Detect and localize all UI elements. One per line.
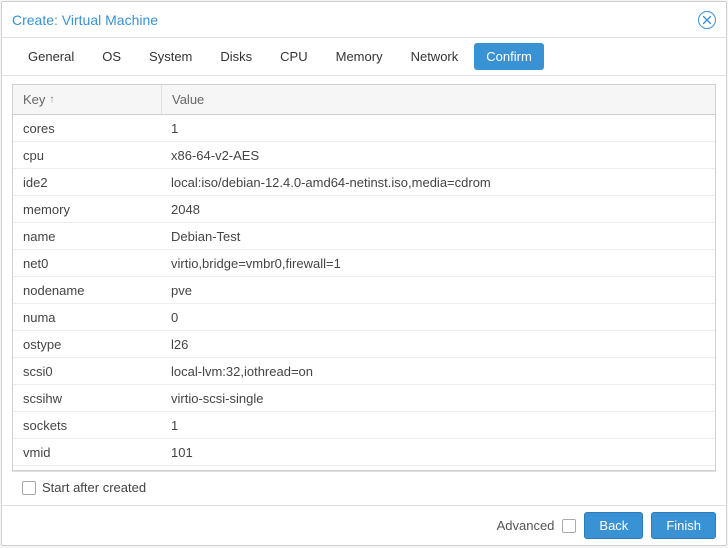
tab-general[interactable]: General — [16, 43, 86, 70]
cell-value: 101 — [161, 445, 715, 460]
tab-os[interactable]: OS — [90, 43, 133, 70]
table-row[interactable]: net0virtio,bridge=vmbr0,firewall=1 — [13, 250, 715, 277]
column-header-value-label: Value — [172, 92, 204, 107]
table-row[interactable]: sockets1 — [13, 412, 715, 439]
cell-key: cores — [13, 121, 161, 136]
cell-value: Debian-Test — [161, 229, 715, 244]
dialog-title: Create: Virtual Machine — [12, 12, 698, 28]
dialog-footer: Advanced Back Finish — [2, 505, 726, 545]
table-row[interactable]: ide2local:iso/debian-12.4.0-amd64-netins… — [13, 169, 715, 196]
cell-key: cpu — [13, 148, 161, 163]
cell-value: virtio-scsi-single — [161, 391, 715, 406]
tab-disks[interactable]: Disks — [208, 43, 264, 70]
start-after-created-checkbox[interactable] — [22, 481, 36, 495]
cell-value: 0 — [161, 310, 715, 325]
table-row[interactable]: nameDebian-Test — [13, 223, 715, 250]
cell-key: nodename — [13, 283, 161, 298]
cell-key: name — [13, 229, 161, 244]
tab-network[interactable]: Network — [399, 43, 471, 70]
table-row[interactable]: ostypel26 — [13, 331, 715, 358]
tab-confirm[interactable]: Confirm — [474, 43, 544, 70]
table-row[interactable]: cpux86-64-v2-AES — [13, 142, 715, 169]
advanced-label: Advanced — [497, 518, 555, 533]
summary-grid: Key ↑ Value cores1cpux86-64-v2-AESide2lo… — [12, 84, 716, 471]
tab-cpu[interactable]: CPU — [268, 43, 319, 70]
cell-value: x86-64-v2-AES — [161, 148, 715, 163]
cell-value: local-lvm:32,iothread=on — [161, 364, 715, 379]
column-header-value[interactable]: Value — [161, 85, 715, 114]
titlebar: Create: Virtual Machine — [2, 2, 726, 38]
tab-bar: General OS System Disks CPU Memory Netwo… — [2, 38, 726, 76]
cell-key: net0 — [13, 256, 161, 271]
tab-system[interactable]: System — [137, 43, 204, 70]
cell-value: local:iso/debian-12.4.0-amd64-netinst.is… — [161, 175, 715, 190]
create-vm-dialog: Create: Virtual Machine General OS Syste… — [1, 1, 727, 546]
cell-value: l26 — [161, 337, 715, 352]
cell-key: memory — [13, 202, 161, 217]
table-row[interactable]: cores1 — [13, 115, 715, 142]
back-button[interactable]: Back — [584, 512, 643, 539]
finish-button[interactable]: Finish — [651, 512, 716, 539]
close-icon[interactable] — [698, 11, 716, 29]
table-row[interactable]: nodenamepve — [13, 277, 715, 304]
content-area: Key ↑ Value cores1cpux86-64-v2-AESide2lo… — [2, 76, 726, 505]
cell-value: virtio,bridge=vmbr0,firewall=1 — [161, 256, 715, 271]
column-header-key-label: Key — [23, 92, 45, 107]
sort-asc-icon: ↑ — [49, 94, 54, 105]
cell-key: sockets — [13, 418, 161, 433]
cell-key: scsihw — [13, 391, 161, 406]
start-after-created-label: Start after created — [42, 480, 146, 495]
table-row[interactable]: vmid101 — [13, 439, 715, 466]
cell-key: scsi0 — [13, 364, 161, 379]
cell-key: ostype — [13, 337, 161, 352]
tab-memory[interactable]: Memory — [324, 43, 395, 70]
start-after-created-row: Start after created — [12, 471, 716, 501]
grid-header: Key ↑ Value — [13, 85, 715, 115]
cell-value: 1 — [161, 121, 715, 136]
table-row[interactable]: memory2048 — [13, 196, 715, 223]
cell-value: 1 — [161, 418, 715, 433]
cell-key: vmid — [13, 445, 161, 460]
column-header-key[interactable]: Key ↑ — [13, 92, 161, 107]
table-row[interactable]: numa0 — [13, 304, 715, 331]
advanced-checkbox[interactable] — [562, 519, 576, 533]
cell-key: ide2 — [13, 175, 161, 190]
cell-value: 2048 — [161, 202, 715, 217]
cell-key: numa — [13, 310, 161, 325]
cell-value: pve — [161, 283, 715, 298]
table-row[interactable]: scsihwvirtio-scsi-single — [13, 385, 715, 412]
table-row[interactable]: scsi0local-lvm:32,iothread=on — [13, 358, 715, 385]
